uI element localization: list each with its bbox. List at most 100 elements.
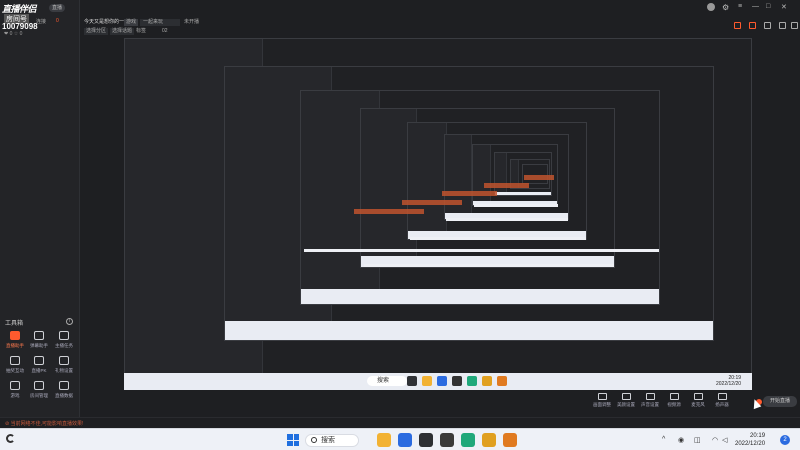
- tool-game[interactable]: 游戏: [3, 381, 27, 407]
- app-logo: 直播伴侣: [2, 4, 37, 14]
- room-stats: ❤ 0 ☆ 0: [4, 31, 23, 37]
- tool-label: 直播助手: [6, 343, 24, 348]
- tool-label: 直播PK: [31, 368, 47, 373]
- maximize-button[interactable]: □: [766, 3, 770, 10]
- tray-app-icon[interactable]: ◫: [694, 436, 701, 444]
- sidebar: 直播伴侣 直播 房间号 10079098 ❤ 0 ☆ 0 连接 0 工具箱 i …: [0, 0, 80, 428]
- app-icon: [407, 376, 417, 386]
- app-icon[interactable]: [419, 433, 433, 447]
- weather-icon[interactable]: [6, 434, 15, 443]
- clock[interactable]: 20:19 2022/12/20: [735, 432, 765, 448]
- category-chip[interactable]: 游戏: [124, 19, 139, 26]
- tray-chevron-icon[interactable]: ^: [662, 436, 665, 443]
- tool-tasks[interactable]: 主播任务: [52, 331, 76, 357]
- layout-icon[interactable]: [779, 22, 786, 29]
- notification-badge[interactable]: 2: [780, 435, 790, 445]
- topic-chip[interactable]: 选择话题: [110, 28, 135, 35]
- tool-data[interactable]: 直播数据: [52, 381, 76, 407]
- mic-icon: [693, 393, 703, 400]
- overlay-strip: [524, 175, 554, 180]
- danmaku-icon: [34, 331, 44, 340]
- tool-label: 主播任务: [55, 343, 73, 348]
- connect-tag[interactable]: 连接: [36, 18, 46, 25]
- control-label: 扬声器: [715, 402, 729, 407]
- app-icon: [437, 376, 447, 386]
- windows-start-icon[interactable]: [287, 434, 299, 446]
- control-label: 视频源: [667, 402, 681, 407]
- control-sound[interactable]: 声音设置: [638, 393, 662, 408]
- tool-label: 抽奖互动: [6, 368, 24, 373]
- video-icon: [669, 393, 679, 400]
- start-live-button[interactable]: 开始直播: [763, 396, 797, 407]
- beauty-icon: [621, 393, 631, 400]
- tag-chip[interactable]: 标签: [136, 28, 146, 35]
- more-icon[interactable]: ≡: [738, 3, 742, 10]
- gift-icon: [59, 356, 69, 365]
- gift-icon[interactable]: [749, 22, 756, 29]
- avatar[interactable]: [707, 3, 715, 11]
- nested-taskbar: [446, 218, 568, 221]
- edge-icon[interactable]: [461, 433, 475, 447]
- control-speaker[interactable]: 扬声器: [710, 393, 734, 408]
- record-icon[interactable]: [734, 22, 741, 29]
- control-video[interactable]: 视频源: [662, 393, 686, 408]
- file-explorer-icon[interactable]: [377, 433, 391, 447]
- control-picture[interactable]: 画面调整: [590, 393, 614, 408]
- subtitle-chip[interactable]: 一起来玩: [140, 19, 180, 26]
- camera-icon[interactable]: [440, 433, 454, 447]
- share-icon[interactable]: [791, 22, 798, 29]
- gear-icon[interactable]: ⚙: [722, 3, 729, 12]
- toolbox-title: 工具箱: [5, 321, 24, 327]
- tasks-icon: [59, 331, 69, 340]
- overlay-strip: [484, 183, 529, 188]
- control-label: 美颜设置: [617, 402, 635, 407]
- nested-frame: [522, 164, 548, 184]
- speaker-icon: [717, 393, 727, 400]
- app-icon: [482, 376, 492, 386]
- wifi-icon[interactable]: ◠: [712, 436, 718, 444]
- tool-live-assistant[interactable]: 直播助手: [3, 331, 27, 357]
- game-icon: [10, 381, 20, 390]
- os-taskbar: 搜索 ^ ◉ ◫ ◠ ◁ 20:19 2022/12/20 2: [0, 428, 800, 450]
- overlay-strip: [354, 209, 424, 214]
- control-beauty[interactable]: 美颜设置: [614, 393, 638, 408]
- app-icon: [467, 376, 477, 386]
- search-icon: [311, 437, 317, 443]
- area-chip[interactable]: 选择分区: [84, 28, 109, 35]
- stream-title[interactable]: 今天又是想你的一天: [84, 19, 129, 26]
- app-icon[interactable]: [482, 433, 496, 447]
- tray-app-icon[interactable]: ◉: [678, 436, 684, 444]
- folder-icon: [422, 376, 432, 386]
- control-mic[interactable]: 麦克风: [686, 393, 710, 408]
- tool-danmaku[interactable]: 弹幕助手: [27, 331, 51, 357]
- logo-badge[interactable]: 直播: [49, 4, 65, 12]
- minimize-button[interactable]: —: [752, 3, 759, 10]
- live-app-icon[interactable]: [503, 433, 517, 447]
- captured-date: 2022/12/20: [716, 381, 742, 387]
- room-icon: [34, 381, 44, 390]
- overlay-strip: [402, 200, 462, 205]
- topbar: 今天又是想你的一天 游戏 一起来玩 未开播 选择分区 选择话题 标签 02 ⚙ …: [80, 0, 800, 38]
- nested-taskbar: [304, 249, 659, 252]
- volume-icon[interactable]: ◁: [722, 436, 727, 444]
- info-icon[interactable]: i: [66, 318, 73, 325]
- tool-gift[interactable]: 礼物设置: [52, 356, 76, 382]
- status-chip: 未开播: [184, 19, 200, 25]
- count-chip: 02: [162, 28, 168, 34]
- tool-pk[interactable]: 直播PK: [27, 356, 51, 382]
- tool-lottery[interactable]: 抽奖互动: [3, 356, 27, 382]
- stream-preview[interactable]: [124, 38, 752, 390]
- control-label: 麦克风: [691, 402, 705, 407]
- taskbar-search[interactable]: 搜索: [305, 434, 359, 447]
- app-icon: [497, 376, 507, 386]
- store-icon[interactable]: [398, 433, 412, 447]
- overlay-strip: [442, 191, 497, 196]
- tool-label: 房间管理: [30, 393, 48, 398]
- control-strip: 画面调整 美颜设置 声音设置 视频源 麦克风 扬声器 开始直播: [80, 390, 800, 412]
- app-icon: [452, 376, 462, 386]
- settings-icon[interactable]: [764, 22, 771, 29]
- tool-room[interactable]: 房间管理: [27, 381, 51, 407]
- count-tag: 0: [56, 18, 59, 24]
- tool-label: 游戏: [10, 393, 20, 398]
- close-button[interactable]: ✕: [781, 3, 787, 11]
